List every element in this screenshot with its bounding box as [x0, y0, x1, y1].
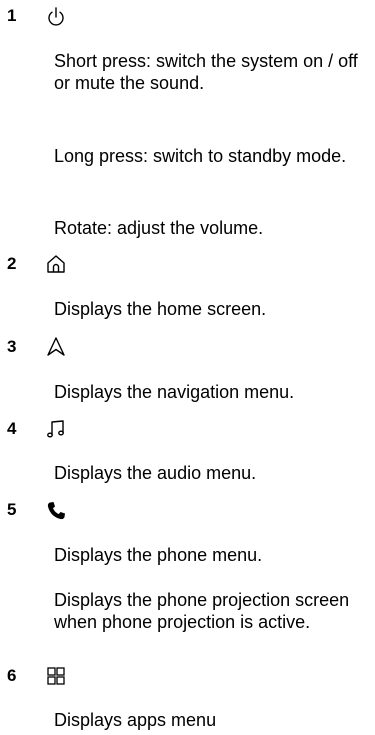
item-5-description-projection: Displays the phone projection screen whe… [54, 590, 350, 632]
phone-icon [45, 500, 67, 522]
item-1-description-short-press: Short press: switch the system on / off … [54, 51, 358, 93]
item-3-description: Displays the navigation menu. [54, 382, 295, 402]
item-number-5: 5 [7, 500, 17, 519]
item-6-description: Displays apps menu [54, 710, 217, 730]
item-number-3: 3 [7, 337, 17, 356]
item-number-6: 6 [7, 666, 17, 685]
item-1-description-long-press: Long press: switch to standby mode. [54, 146, 347, 166]
power-icon [45, 6, 67, 28]
apps-grid-icon [45, 665, 67, 687]
navigation-icon [45, 336, 67, 358]
item-number-2: 2 [7, 254, 17, 273]
item-2-description: Displays the home screen. [54, 299, 267, 319]
home-icon [45, 253, 67, 275]
item-1-description-rotate: Rotate: adjust the volume. [54, 218, 264, 238]
item-5-description-phone-menu: Displays the phone menu. [54, 545, 263, 565]
item-number-1: 1 [7, 6, 17, 25]
music-note-icon [45, 418, 67, 440]
item-4-description: Displays the audio menu. [54, 463, 257, 483]
item-number-4: 4 [7, 419, 17, 438]
